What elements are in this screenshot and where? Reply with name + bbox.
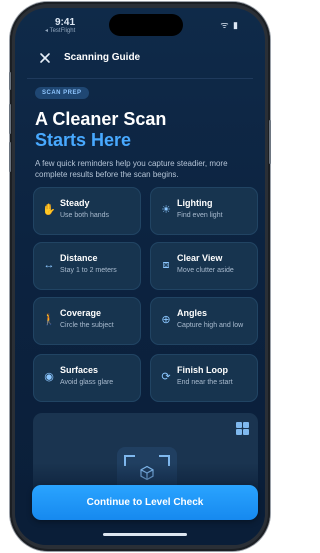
tip-title: Distance [60,253,98,263]
dynamic-island [109,14,183,36]
tip-card-coverage[interactable]: 🚶 Coverage Circle the subject [33,297,141,345]
tip-title: Steady [60,198,90,208]
tip-subtitle: Find even light [177,212,223,219]
tip-title: Coverage [60,308,102,318]
headline-line1: A Cleaner Scan [35,109,167,129]
tip-subtitle: Stay 1 to 2 meters [60,267,117,274]
tip-title: Finish Loop [177,365,228,375]
home-indicator[interactable] [103,533,187,536]
app-screen: 9:41 ◂ TestFlight ᯤ ▮ Scanning Guide SCA… [15,8,265,545]
eye-icon: ◉ [44,371,54,383]
loop-arrows-icon: ⟳ [161,371,171,383]
tip-subtitle: Move clutter aside [177,267,234,274]
section-badge: SCAN PREP [35,87,89,99]
grid-icon[interactable] [236,422,249,435]
status-icons: ᯤ ▮ [220,20,239,30]
close-icon [40,53,50,63]
hand-icon: ✋ [42,204,56,216]
intro-text: A few quick reminders help you capture s… [35,159,228,179]
tip-card-lighting[interactable]: ☀ Lighting Find even light [150,187,258,235]
tip-card-steady[interactable]: ✋ Steady Use both hands [33,187,141,235]
tip-title: Surfaces [60,365,99,375]
status-back-app[interactable]: ◂ TestFlight [45,27,75,34]
arrows-horizontal-icon: ↔ [43,259,55,271]
header-divider [27,78,253,79]
tip-card-distance[interactable]: ↔ Distance Stay 1 to 2 meters [33,242,141,290]
phone-power-button [269,120,271,164]
clear-view-icon: ⧈ [162,259,170,271]
continue-button[interactable]: Continue to Level Check [32,485,258,520]
phone-volume-down [9,142,11,172]
tip-subtitle: End near the start [177,379,233,386]
page-title: Scanning Guide [64,52,141,63]
tip-card-clear-view[interactable]: ⧈ Clear View Move clutter aside [150,242,258,290]
phone-volume-up [9,104,11,134]
globe-icon: ⊕ [161,314,171,326]
sun-icon: ☀ [161,204,171,216]
phone-side-button [9,72,11,90]
tip-card-surfaces[interactable]: ◉ Surfaces Avoid glass glare [33,354,141,402]
tip-subtitle: Use both hands [60,212,110,219]
tip-subtitle: Avoid glass glare [60,379,114,386]
tip-card-angles[interactable]: ⊕ Angles Capture high and low [150,297,258,345]
walk-icon: 🚶 [42,314,56,326]
tip-title: Lighting [177,198,213,208]
headline-line2: Starts Here [35,130,132,150]
tip-subtitle: Circle the subject [60,322,114,329]
tip-title: Clear View [177,253,223,263]
close-button[interactable] [35,48,55,68]
tip-title: Angles [177,308,208,318]
tip-subtitle: Capture high and low [177,322,244,329]
tip-card-finish-loop[interactable]: ⟳ Finish Loop End near the start [150,354,258,402]
